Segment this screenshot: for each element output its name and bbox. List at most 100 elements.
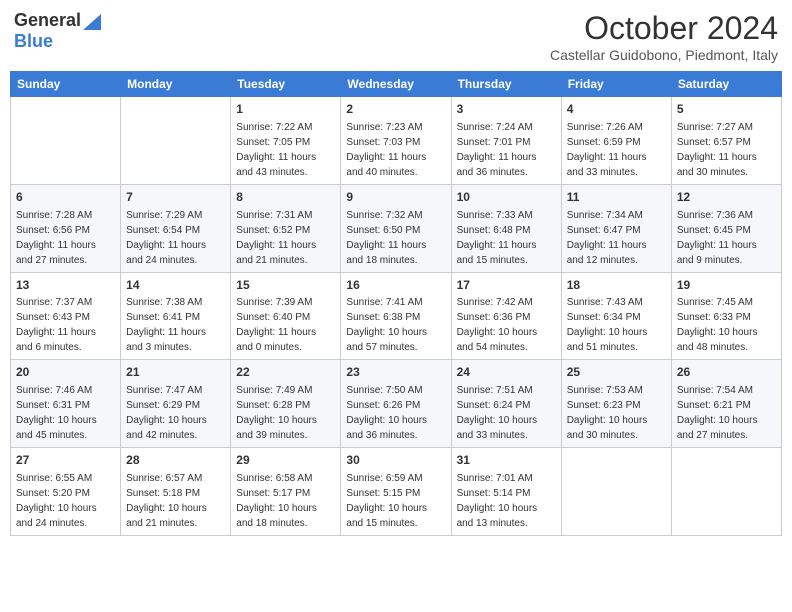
day-number: 28 — [126, 452, 225, 469]
col-saturday: Saturday — [671, 72, 781, 97]
page-header: General Blue October 2024 Castellar Guid… — [10, 10, 782, 63]
calendar-week-row: 6 Sunrise: 7:28 AM Sunset: 6:56 PM Dayli… — [11, 184, 782, 272]
day-number: 24 — [457, 364, 556, 381]
cell-data: Sunrise: 7:42 AM Sunset: 6:36 PM Dayligh… — [457, 295, 556, 355]
cell-data: Sunrise: 7:43 AM Sunset: 6:34 PM Dayligh… — [567, 295, 666, 355]
cell-data: Sunrise: 7:23 AM Sunset: 7:03 PM Dayligh… — [346, 120, 445, 180]
day-number: 10 — [457, 189, 556, 206]
cell-data: Sunrise: 7:39 AM Sunset: 6:40 PM Dayligh… — [236, 295, 335, 355]
day-number: 13 — [16, 277, 115, 294]
calendar-cell: 7 Sunrise: 7:29 AM Sunset: 6:54 PM Dayli… — [121, 184, 231, 272]
cell-data: Sunrise: 7:27 AM Sunset: 6:57 PM Dayligh… — [677, 120, 776, 180]
day-number: 16 — [346, 277, 445, 294]
day-number: 7 — [126, 189, 225, 206]
calendar-cell: 10 Sunrise: 7:33 AM Sunset: 6:48 PM Dayl… — [451, 184, 561, 272]
calendar-cell: 4 Sunrise: 7:26 AM Sunset: 6:59 PM Dayli… — [561, 97, 671, 185]
day-number: 12 — [677, 189, 776, 206]
day-number: 2 — [346, 101, 445, 118]
title-section: October 2024 Castellar Guidobono, Piedmo… — [550, 10, 778, 63]
cell-data: Sunrise: 7:49 AM Sunset: 6:28 PM Dayligh… — [236, 383, 335, 443]
day-number: 20 — [16, 364, 115, 381]
day-number: 1 — [236, 101, 335, 118]
day-number: 15 — [236, 277, 335, 294]
day-number: 25 — [567, 364, 666, 381]
cell-data: Sunrise: 7:47 AM Sunset: 6:29 PM Dayligh… — [126, 383, 225, 443]
day-number: 6 — [16, 189, 115, 206]
cell-data: Sunrise: 7:37 AM Sunset: 6:43 PM Dayligh… — [16, 295, 115, 355]
calendar-cell: 15 Sunrise: 7:39 AM Sunset: 6:40 PM Dayl… — [231, 272, 341, 360]
cell-data: Sunrise: 7:53 AM Sunset: 6:23 PM Dayligh… — [567, 383, 666, 443]
cell-data: Sunrise: 7:24 AM Sunset: 7:01 PM Dayligh… — [457, 120, 556, 180]
calendar-cell: 13 Sunrise: 7:37 AM Sunset: 6:43 PM Dayl… — [11, 272, 121, 360]
calendar-cell: 2 Sunrise: 7:23 AM Sunset: 7:03 PM Dayli… — [341, 97, 451, 185]
col-friday: Friday — [561, 72, 671, 97]
calendar-cell: 18 Sunrise: 7:43 AM Sunset: 6:34 PM Dayl… — [561, 272, 671, 360]
day-number: 3 — [457, 101, 556, 118]
day-number: 18 — [567, 277, 666, 294]
day-number: 11 — [567, 189, 666, 206]
calendar-cell: 16 Sunrise: 7:41 AM Sunset: 6:38 PM Dayl… — [341, 272, 451, 360]
calendar-cell: 30 Sunrise: 6:59 AM Sunset: 5:15 PM Dayl… — [341, 448, 451, 536]
cell-data: Sunrise: 7:29 AM Sunset: 6:54 PM Dayligh… — [126, 208, 225, 268]
cell-data: Sunrise: 7:22 AM Sunset: 7:05 PM Dayligh… — [236, 120, 335, 180]
day-number: 19 — [677, 277, 776, 294]
logo-general-text: General — [14, 10, 81, 31]
day-number: 8 — [236, 189, 335, 206]
day-number: 23 — [346, 364, 445, 381]
cell-data: Sunrise: 7:32 AM Sunset: 6:50 PM Dayligh… — [346, 208, 445, 268]
calendar-cell — [561, 448, 671, 536]
calendar-week-row: 1 Sunrise: 7:22 AM Sunset: 7:05 PM Dayli… — [11, 97, 782, 185]
calendar-cell — [11, 97, 121, 185]
col-wednesday: Wednesday — [341, 72, 451, 97]
day-number: 31 — [457, 452, 556, 469]
cell-data: Sunrise: 6:58 AM Sunset: 5:17 PM Dayligh… — [236, 471, 335, 531]
day-number: 9 — [346, 189, 445, 206]
cell-data: Sunrise: 7:46 AM Sunset: 6:31 PM Dayligh… — [16, 383, 115, 443]
cell-data: Sunrise: 6:59 AM Sunset: 5:15 PM Dayligh… — [346, 471, 445, 531]
cell-data: Sunrise: 7:31 AM Sunset: 6:52 PM Dayligh… — [236, 208, 335, 268]
logo-triangle-icon — [83, 14, 101, 30]
calendar-cell: 20 Sunrise: 7:46 AM Sunset: 6:31 PM Dayl… — [11, 360, 121, 448]
logo-blue-text: Blue — [14, 31, 53, 52]
calendar-week-row: 13 Sunrise: 7:37 AM Sunset: 6:43 PM Dayl… — [11, 272, 782, 360]
calendar-cell: 5 Sunrise: 7:27 AM Sunset: 6:57 PM Dayli… — [671, 97, 781, 185]
calendar-cell: 25 Sunrise: 7:53 AM Sunset: 6:23 PM Dayl… — [561, 360, 671, 448]
calendar-cell: 26 Sunrise: 7:54 AM Sunset: 6:21 PM Dayl… — [671, 360, 781, 448]
calendar-header-row: Sunday Monday Tuesday Wednesday Thursday… — [11, 72, 782, 97]
cell-data: Sunrise: 7:36 AM Sunset: 6:45 PM Dayligh… — [677, 208, 776, 268]
calendar-cell: 27 Sunrise: 6:55 AM Sunset: 5:20 PM Dayl… — [11, 448, 121, 536]
calendar-cell: 24 Sunrise: 7:51 AM Sunset: 6:24 PM Dayl… — [451, 360, 561, 448]
calendar-cell: 19 Sunrise: 7:45 AM Sunset: 6:33 PM Dayl… — [671, 272, 781, 360]
cell-data: Sunrise: 7:38 AM Sunset: 6:41 PM Dayligh… — [126, 295, 225, 355]
calendar-cell: 14 Sunrise: 7:38 AM Sunset: 6:41 PM Dayl… — [121, 272, 231, 360]
day-number: 17 — [457, 277, 556, 294]
calendar-week-row: 20 Sunrise: 7:46 AM Sunset: 6:31 PM Dayl… — [11, 360, 782, 448]
calendar-cell: 31 Sunrise: 7:01 AM Sunset: 5:14 PM Dayl… — [451, 448, 561, 536]
calendar-cell — [121, 97, 231, 185]
logo: General Blue — [14, 10, 101, 52]
calendar-cell: 28 Sunrise: 6:57 AM Sunset: 5:18 PM Dayl… — [121, 448, 231, 536]
cell-data: Sunrise: 7:45 AM Sunset: 6:33 PM Dayligh… — [677, 295, 776, 355]
cell-data: Sunrise: 7:26 AM Sunset: 6:59 PM Dayligh… — [567, 120, 666, 180]
calendar-cell: 6 Sunrise: 7:28 AM Sunset: 6:56 PM Dayli… — [11, 184, 121, 272]
calendar-table: Sunday Monday Tuesday Wednesday Thursday… — [10, 71, 782, 536]
col-tuesday: Tuesday — [231, 72, 341, 97]
col-monday: Monday — [121, 72, 231, 97]
day-number: 5 — [677, 101, 776, 118]
cell-data: Sunrise: 7:51 AM Sunset: 6:24 PM Dayligh… — [457, 383, 556, 443]
calendar-cell: 11 Sunrise: 7:34 AM Sunset: 6:47 PM Dayl… — [561, 184, 671, 272]
day-number: 14 — [126, 277, 225, 294]
location-title: Castellar Guidobono, Piedmont, Italy — [550, 47, 778, 63]
day-number: 4 — [567, 101, 666, 118]
cell-data: Sunrise: 7:50 AM Sunset: 6:26 PM Dayligh… — [346, 383, 445, 443]
calendar-cell: 21 Sunrise: 7:47 AM Sunset: 6:29 PM Dayl… — [121, 360, 231, 448]
day-number: 27 — [16, 452, 115, 469]
col-thursday: Thursday — [451, 72, 561, 97]
col-sunday: Sunday — [11, 72, 121, 97]
month-title: October 2024 — [550, 10, 778, 47]
calendar-cell: 3 Sunrise: 7:24 AM Sunset: 7:01 PM Dayli… — [451, 97, 561, 185]
calendar-cell: 17 Sunrise: 7:42 AM Sunset: 6:36 PM Dayl… — [451, 272, 561, 360]
calendar-cell: 23 Sunrise: 7:50 AM Sunset: 6:26 PM Dayl… — [341, 360, 451, 448]
cell-data: Sunrise: 7:28 AM Sunset: 6:56 PM Dayligh… — [16, 208, 115, 268]
cell-data: Sunrise: 6:57 AM Sunset: 5:18 PM Dayligh… — [126, 471, 225, 531]
